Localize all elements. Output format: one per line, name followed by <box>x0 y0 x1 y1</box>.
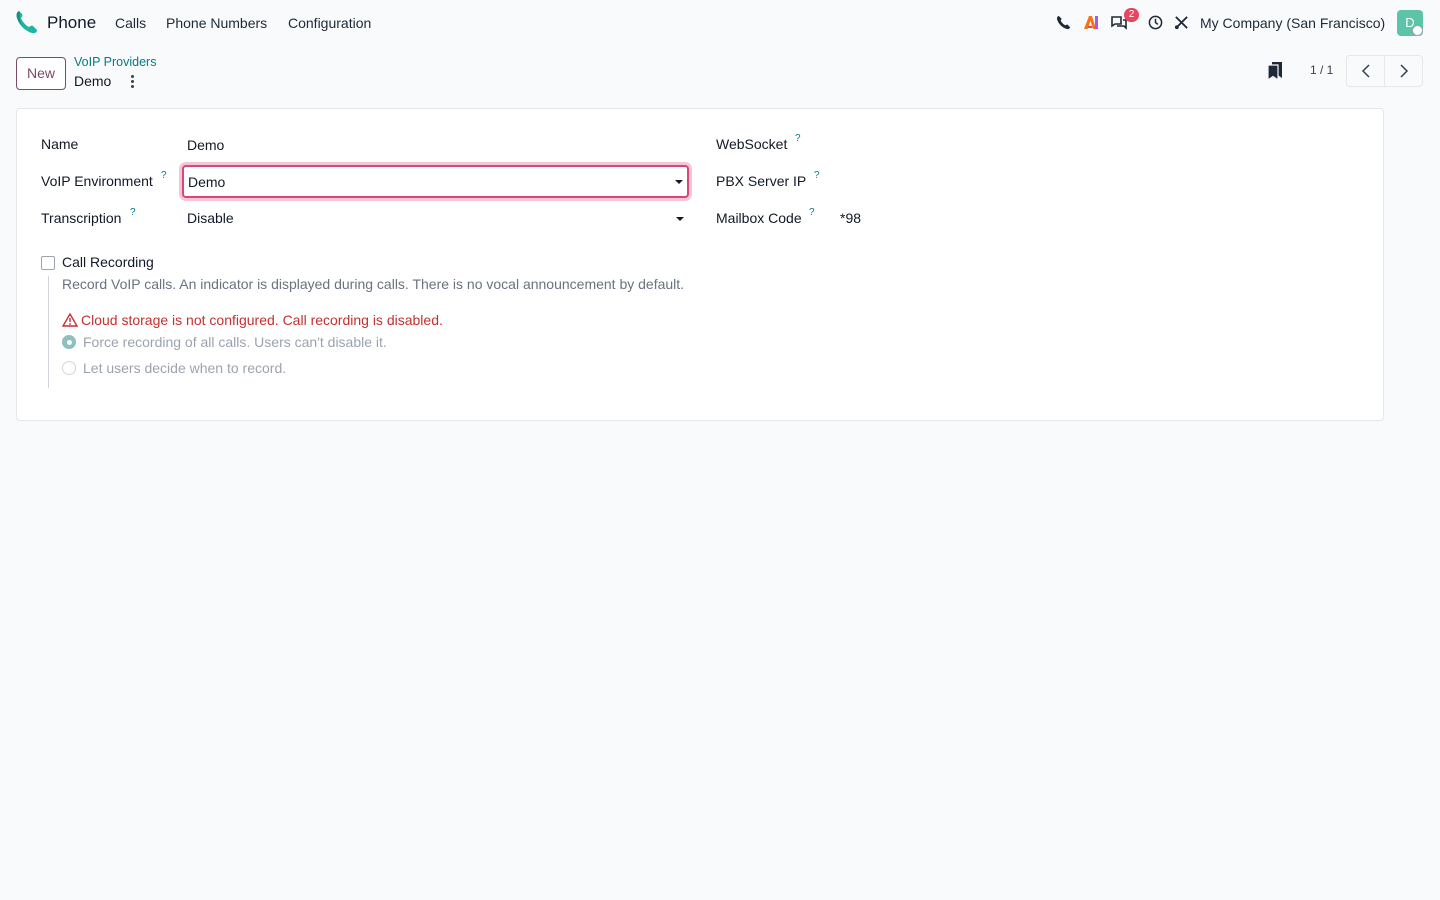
radio-users-decide[interactable] <box>62 361 76 375</box>
voip-environment-select[interactable]: Demo <box>182 165 689 198</box>
call-recording-checkbox[interactable] <box>41 256 55 270</box>
mailbox-code-label: Mailbox Code <box>716 210 802 226</box>
pbx-server-ip-label: PBX Server IP <box>716 173 807 189</box>
transcription-help-icon[interactable]: ? <box>130 207 136 218</box>
transcription-value: Disable <box>187 210 234 226</box>
bookmark-icon[interactable] <box>1266 61 1284 81</box>
voip-environment-label: VoIP Environment <box>41 173 153 189</box>
new-button[interactable]: New <box>16 57 66 90</box>
radio-force-recording-label[interactable]: Force recording of all calls. Users can'… <box>83 334 387 350</box>
pager-previous-button[interactable] <box>1346 55 1385 87</box>
websocket-label: WebSocket <box>716 136 788 152</box>
record-title: Demo <box>74 73 112 89</box>
call-recording-label[interactable]: Call Recording <box>62 254 154 270</box>
phone-icon[interactable] <box>1054 13 1072 31</box>
top-navbar: Phone Calls Phone Numbers Configuration … <box>0 0 1440 46</box>
mailbox-code-field[interactable]: *98 <box>840 210 861 226</box>
voip-environment-help-icon[interactable]: ? <box>161 170 167 181</box>
breadcrumb-voip-providers[interactable]: VoIP Providers <box>74 55 156 69</box>
websocket-help-icon[interactable]: ? <box>795 133 801 144</box>
chevron-left-icon <box>1361 64 1370 78</box>
radio-users-decide-label[interactable]: Let users decide when to record. <box>83 360 286 376</box>
warning-icon <box>62 313 78 327</box>
name-label: Name <box>41 136 79 152</box>
tools-icon[interactable] <box>1172 13 1190 31</box>
clock-icon[interactable] <box>1146 13 1164 31</box>
dropdown-caret-icon <box>675 180 683 184</box>
call-recording-description: Record VoIP calls. An indicator is displ… <box>62 276 685 292</box>
record-actions-icon[interactable] <box>125 72 139 90</box>
ai-icon[interactable] <box>1082 13 1100 31</box>
menu-calls[interactable]: Calls <box>115 15 146 31</box>
company-switcher[interactable]: My Company (San Francisco) <box>1200 15 1385 31</box>
menu-phone-numbers[interactable]: Phone Numbers <box>166 15 267 31</box>
call-recording-divider <box>48 276 49 388</box>
phone-app-icon[interactable] <box>14 9 38 35</box>
menu-configuration[interactable]: Configuration <box>288 15 371 31</box>
dropdown-caret-icon <box>676 217 684 221</box>
pbx-server-ip-help-icon[interactable]: ? <box>814 170 820 181</box>
pager-value[interactable]: 1 / 1 <box>1310 63 1333 77</box>
mailbox-code-help-icon[interactable]: ? <box>809 207 815 218</box>
message-count-badge: 2 <box>1124 8 1139 22</box>
name-field[interactable]: Demo <box>187 137 224 153</box>
transcription-label: Transcription <box>41 210 122 226</box>
voip-environment-value: Demo <box>188 174 226 190</box>
transcription-select[interactable]: Disable <box>182 205 689 233</box>
radio-force-recording[interactable] <box>62 335 76 349</box>
cloud-storage-warning-text: Cloud storage is not configured. Call re… <box>81 312 443 328</box>
user-status-indicator <box>1412 25 1423 36</box>
pager-next-button[interactable] <box>1384 55 1423 87</box>
cloud-storage-warning: Cloud storage is not configured. Call re… <box>62 312 443 328</box>
chevron-right-icon <box>1399 64 1408 78</box>
app-name[interactable]: Phone <box>47 13 96 33</box>
